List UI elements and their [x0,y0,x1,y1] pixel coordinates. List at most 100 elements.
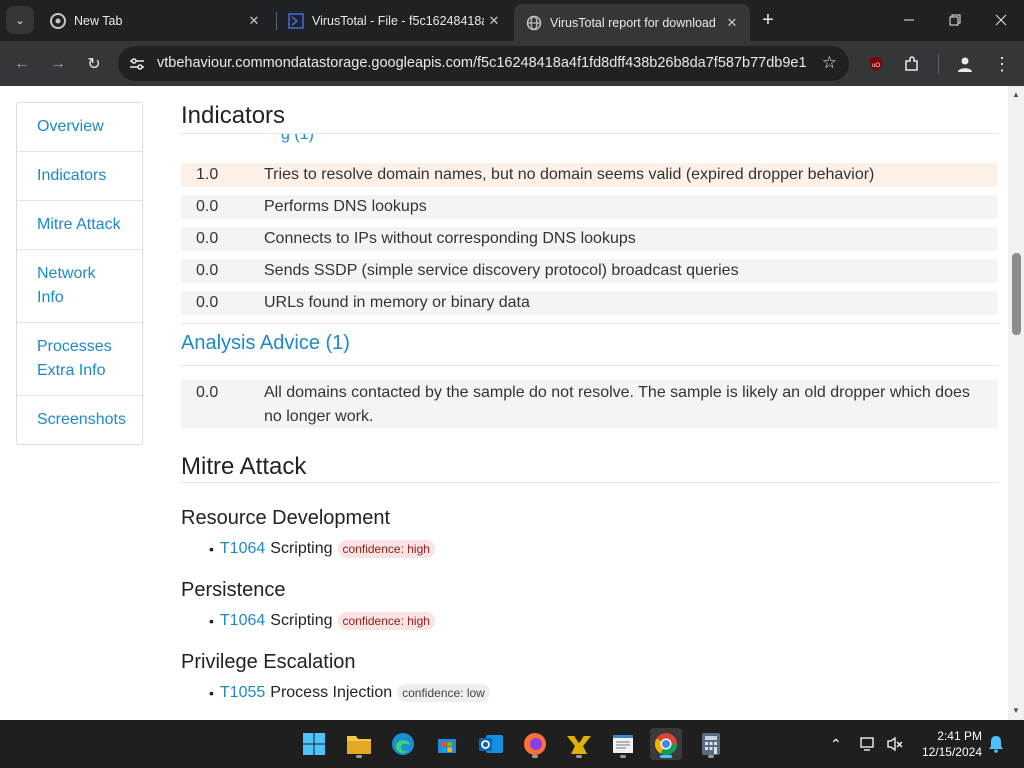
technique-name: Scripting [270,540,333,557]
arrow-left-icon: ← [14,55,30,72]
globe-icon [526,15,542,31]
windows-taskbar: ⌃ 2:41 PM 12/15/2024 [0,720,1024,768]
address-bar[interactable]: vtbehaviour.commondatastorage.googleapis… [118,46,849,81]
notepad-app-icon[interactable] [607,728,639,760]
tactic-heading: Persistence [181,579,286,601]
browser-titlebar: ⌄ New Tab ✕ VirusTotal - File - f5c16248… [0,0,1024,41]
indicator-score: 1.0 [196,166,219,183]
tab-label: VirusTotal - File - f5c16248418a [312,13,484,28]
clock-date: 12/15/2024 [921,745,982,759]
tab-virustotal-file[interactable]: VirusTotal - File - f5c16248418a ✕ [276,4,512,37]
extensions-puzzle-icon[interactable] [898,50,926,78]
kebab-menu-icon[interactable]: ⋮ [988,50,1016,78]
minimize-button[interactable] [886,0,932,40]
indicator-row: 0.0 Connects to IPs without correspondin… [181,227,998,251]
tactic-heading: Resource Development [181,507,390,529]
ublock-extension-icon[interactable]: uO [862,50,890,78]
technique-item: • T1055 Process Injection confidence: lo… [209,684,490,702]
scroll-up-arrow-icon[interactable]: ▲ [1011,90,1021,100]
app-icon-yellow[interactable] [563,728,595,760]
tab-virustotal-report[interactable]: VirusTotal report for download ✕ [514,4,750,41]
sidebar-item-overview[interactable]: Overview [17,103,142,152]
scroll-down-arrow-icon[interactable]: ▼ [1011,706,1021,716]
restore-button[interactable] [932,0,978,40]
chevron-down-icon: ⌄ [15,14,25,27]
volume-muted-icon[interactable] [886,720,904,768]
clock-time: 2:41 PM [937,729,982,743]
sticky-section-header: Indicators [181,86,998,134]
calculator-icon[interactable] [695,728,727,760]
close-icon[interactable]: ✕ [722,15,742,31]
profile-avatar-icon[interactable] [951,50,979,78]
bullet-icon: • [209,541,214,557]
site-settings-icon[interactable] [128,55,146,73]
microsoft-store-icon[interactable] [431,728,463,760]
indicator-row: 1.0 Tries to resolve domain names, but n… [181,163,998,187]
file-explorer-icon[interactable] [343,728,375,760]
sidebar-item-network-info[interactable]: Network Info [17,250,142,323]
close-icon[interactable]: ✕ [484,13,504,29]
technique-id-link[interactable]: T1064 [220,540,265,558]
window-close-button[interactable] [978,0,1024,40]
windows-logo-icon [303,733,325,755]
notifications-bell-icon[interactable] [988,720,1004,768]
advice-score: 0.0 [196,384,219,401]
indicator-row: 0.0 URLs found in memory or binary data [181,291,998,315]
divider [181,323,998,324]
chrome-taskbar-icon[interactable] [650,728,682,760]
edge-icon[interactable] [387,728,419,760]
sidebar-item-indicators[interactable]: Indicators [17,152,142,201]
indicator-description: Connects to IPs without corresponding DN… [264,230,636,247]
indicator-description: URLs found in memory or binary data [264,294,530,311]
advice-description: All domains contacted by the sample do n… [264,384,970,425]
bullet-icon: • [209,685,214,701]
arrow-right-icon: → [50,55,66,72]
new-tab-button[interactable]: + [756,8,780,32]
system-clock[interactable]: 2:41 PM 12/15/2024 [918,728,982,760]
browser-toolbar: ← → ↻ vtbehaviour.commondatastorage.goog… [0,41,1024,86]
forward-button[interactable]: → [45,51,71,77]
close-icon[interactable]: ✕ [244,13,264,29]
sidebar-item-screenshots[interactable]: Screenshots [17,396,142,444]
start-button[interactable] [298,728,330,760]
network-status-icon[interactable] [860,720,878,768]
indicator-row: 0.0 Performs DNS lookups [181,195,998,219]
chrome-icon [50,12,66,29]
reload-icon: ↻ [87,56,101,73]
virustotal-icon [288,12,304,29]
technique-id-link[interactable]: T1064 [220,612,265,630]
technique-id-link[interactable]: T1055 [220,684,265,702]
indicator-description: Sends SSDP (simple service discovery pro… [264,262,739,279]
indicator-description: Tries to resolve domain names, but no do… [264,166,875,183]
report-page: Overview Indicators Mitre Attack Network… [0,86,1008,720]
indicator-score: 0.0 [196,294,219,311]
show-hidden-icons-button[interactable]: ⌃ [830,720,842,768]
confidence-badge: confidence: high [337,612,435,630]
outlook-new-icon[interactable] [475,728,507,760]
indicator-score: 0.0 [196,262,219,279]
mitre-attack-heading: Mitre Attack [181,453,307,480]
technique-item: • T1064 Scripting confidence: high [209,612,435,630]
bookmark-star-icon[interactable]: ☆ [822,53,837,73]
url-text[interactable]: vtbehaviour.commondatastorage.googleapis… [157,55,807,71]
tab-new-tab[interactable]: New Tab ✕ [38,4,272,37]
tab-search-button[interactable]: ⌄ [6,6,34,34]
technique-item: • T1064 Scripting confidence: high [209,540,435,558]
page-title: Indicators [181,102,286,129]
tab-label: New Tab [74,13,123,28]
indicator-score: 0.0 [196,198,219,215]
indicator-score: 0.0 [196,230,219,247]
back-button[interactable]: ← [9,51,35,77]
report-sidebar-nav: Overview Indicators Mitre Attack Network… [16,102,143,445]
technique-name: Scripting [270,612,333,629]
technique-name: Process Injection [270,684,393,701]
page-scrollbar[interactable]: ▲ ▼ [1008,86,1024,720]
sidebar-item-mitre-attack[interactable]: Mitre Attack [17,201,142,250]
divider [181,365,998,366]
analysis-advice-heading[interactable]: Analysis Advice (1) [181,332,350,355]
tactic-heading: Privilege Escalation [181,651,356,673]
sidebar-item-processes-extra-info[interactable]: Processes Extra Info [17,323,142,396]
firefox-icon[interactable] [519,728,551,760]
reload-button[interactable]: ↻ [81,51,107,77]
scrollbar-thumb[interactable] [1012,253,1021,335]
